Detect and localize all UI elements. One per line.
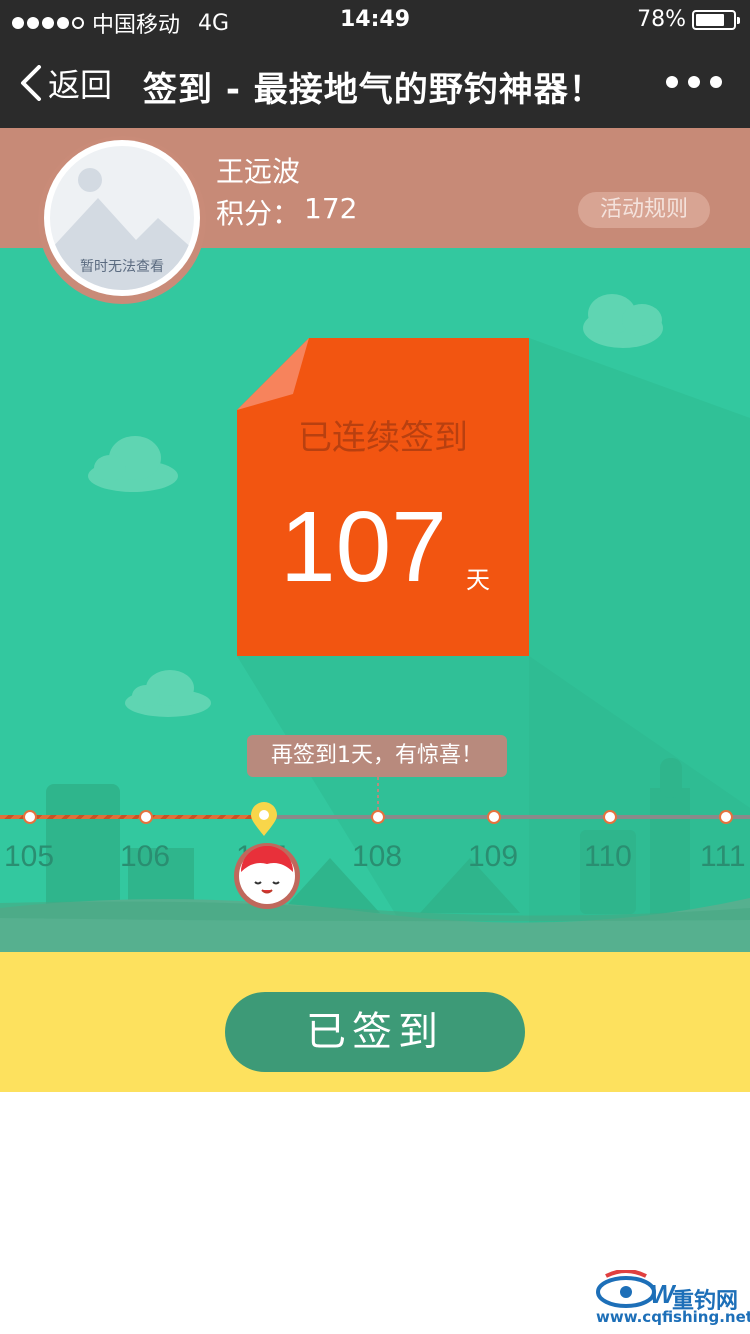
username: 王远波: [216, 155, 301, 188]
timeline-day-label: 109: [468, 840, 519, 873]
cloud-icon: [125, 670, 211, 717]
status-bar: 中国移动 4G 14:49 78%: [0, 0, 750, 40]
cloud-icon: [583, 294, 663, 348]
battery-status: 78%: [637, 7, 740, 32]
surprise-tooltip: 再签到1天，有惊喜！: [247, 735, 507, 777]
mascot-avatar: [234, 843, 300, 909]
timeline-day-label: 106: [120, 840, 171, 873]
timeline-node: [603, 810, 617, 824]
cloud-icon: [88, 436, 178, 492]
more-dot-icon: [710, 76, 722, 88]
avatar-placeholder-text: 暂时无法查看: [80, 259, 164, 275]
timeline-day-label: 111: [700, 840, 746, 873]
timeline-day-label: 105: [4, 840, 55, 873]
timeline-progress: [0, 815, 263, 819]
page-curl-icon: [237, 338, 309, 410]
back-button[interactable]: 返回: [20, 60, 112, 106]
timeline-node: [487, 810, 501, 824]
timeline-node: [371, 810, 385, 824]
nav-bar: 返回 签到 - 最接地气的野钓神器！: [0, 40, 750, 128]
timeline-node: [719, 810, 733, 824]
chevron-left-icon: [21, 65, 41, 101]
streak-unit: 天: [466, 566, 490, 594]
avatar-placeholder: 暂时无法查看: [50, 146, 194, 290]
location-pin-icon: [251, 802, 277, 836]
streak-days: 107: [280, 491, 447, 603]
watermark-logo-icon: W: [596, 1270, 676, 1309]
battery-percent: 78%: [637, 7, 686, 32]
more-dot-icon: [666, 76, 678, 88]
back-label: 返回: [48, 66, 113, 104]
watermark-url: www.cqfishing.net: [596, 1308, 750, 1326]
timeline-node: [139, 810, 153, 824]
timeline-day-label: 108: [352, 840, 403, 873]
points-value: 172: [304, 192, 358, 225]
streak-label: 已连续签到: [298, 418, 468, 458]
more-menu-button[interactable]: [666, 76, 722, 88]
activity-rules-button[interactable]: 活动规则: [578, 192, 710, 228]
points-display: 积分： 172: [216, 192, 357, 232]
tooltip-connector: [377, 777, 379, 813]
battery-icon: [692, 9, 740, 30]
timeline-day-label: 110: [584, 840, 632, 873]
points-label: 积分：: [216, 197, 301, 230]
signed-in-button[interactable]: 已签到: [225, 992, 525, 1072]
timeline-node: [23, 810, 37, 824]
avatar[interactable]: 暂时无法查看: [44, 140, 200, 296]
page-title: 签到 - 最接地气的野钓神器！: [143, 70, 604, 110]
more-dot-icon: [688, 76, 700, 88]
